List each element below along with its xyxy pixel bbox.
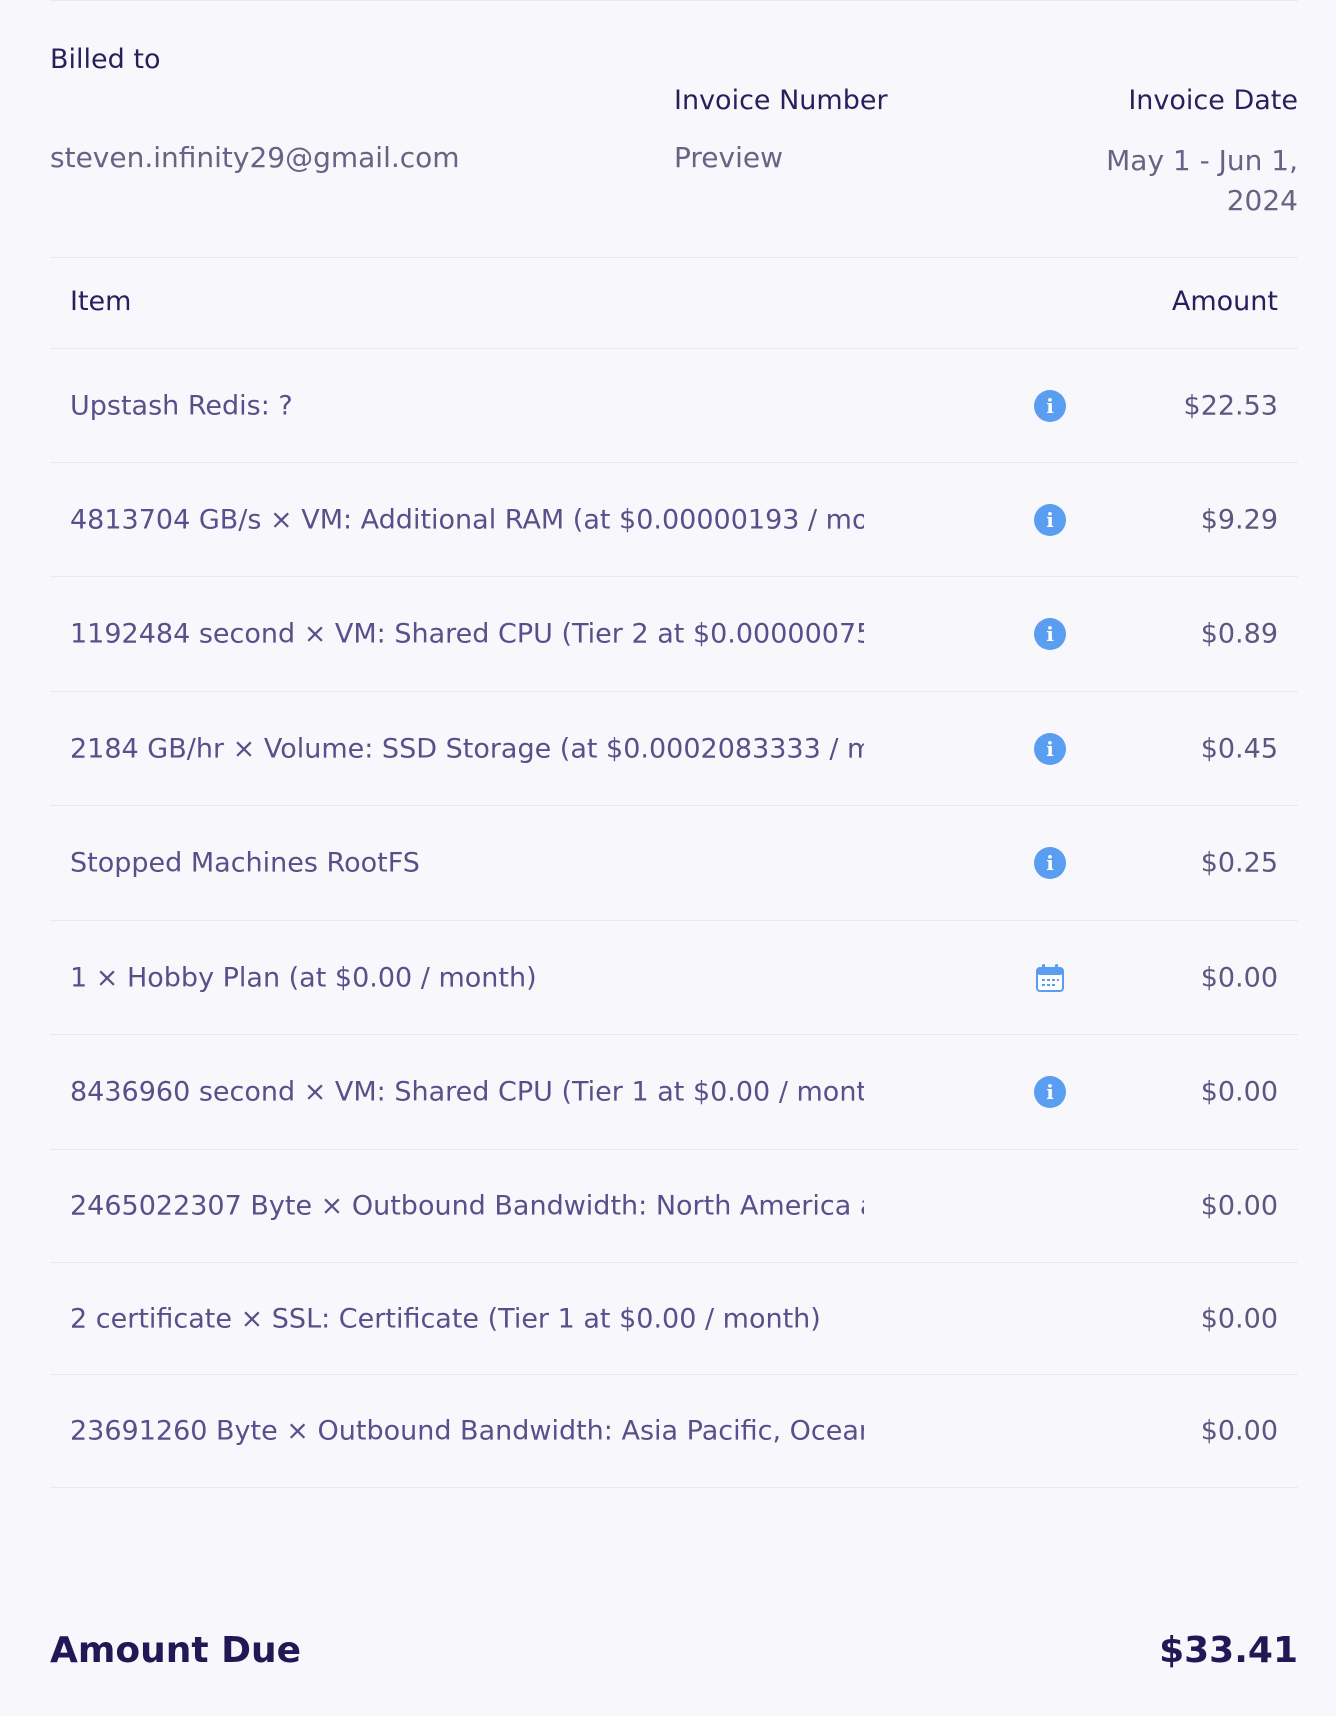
- info-icon[interactable]: i: [1034, 1076, 1066, 1108]
- calendar-icon[interactable]: [1034, 962, 1066, 994]
- billed-to-label: Billed to: [50, 44, 161, 75]
- invoice-number-value: Preview: [674, 141, 783, 174]
- item-amount: $0.00: [1200, 1076, 1278, 1108]
- column-header-item: Item: [70, 286, 132, 317]
- info-icon[interactable]: i: [1034, 389, 1066, 422]
- amount-due-label: Amount Due: [50, 1630, 302, 1671]
- table-body: Upstash Redis: ? i $22.53 4813704 GB/s × VM…: [50, 349, 1298, 1488]
- amount-due-value: $33.41: [1159, 1630, 1298, 1671]
- item-description: 2 certificate × SSL: Certificate (Tier 1…: [70, 1303, 821, 1334]
- line-items-table: Item Amount Upstash Redis: ? i $22.53 48137…: [50, 257, 1298, 1488]
- info-icon[interactable]: i: [1034, 618, 1066, 650]
- table-row: Upstash Redis: ? i $22.53: [50, 349, 1298, 463]
- billed-to-email: steven.infinity29@gmail.com: [50, 141, 460, 174]
- item-description: 23691260 Byte × Outbound Bandwidth: Asia…: [70, 1415, 864, 1447]
- table-row: 4813704 GB/s × VM: Additional RAM (at $0…: [50, 463, 1298, 577]
- column-header-amount: Amount: [1171, 286, 1278, 317]
- invoice: Billed to steven.infinity29@gmail.com In…: [50, 0, 1298, 1716]
- item-amount: $0.00: [1200, 1303, 1278, 1334]
- item-amount: $0.00: [1200, 962, 1278, 993]
- table-row: 2465022307 Byte × Outbound Bandwidth: No…: [50, 1150, 1298, 1263]
- item-amount: $0.25: [1200, 847, 1278, 879]
- item-amount: $22.53: [1183, 390, 1278, 421]
- item-description: 8436960 second × VM: Shared CPU (Tier 1 …: [70, 1076, 864, 1108]
- item-description: 4813704 GB/s × VM: Additional RAM (at $0…: [70, 504, 864, 535]
- table-row: 23691260 Byte × Outbound Bandwidth: Asia…: [50, 1375, 1298, 1488]
- item-description: Upstash Redis: ?: [70, 390, 293, 421]
- info-icon[interactable]: i: [1034, 503, 1066, 536]
- amount-due-row: Amount Due $33.41: [50, 1630, 1298, 1690]
- item-description: 1192484 second × VM: Shared CPU (Tier 2 …: [70, 618, 864, 650]
- item-description: 1 × Hobby Plan (at $0.00 / month): [70, 962, 537, 993]
- table-row: 1 × Hobby Plan (at $0.00 / month) $0.00: [50, 921, 1298, 1035]
- item-amount: $0.89: [1200, 618, 1278, 650]
- item-amount: $0.00: [1200, 1415, 1278, 1447]
- info-icon[interactable]: i: [1034, 732, 1066, 765]
- table-row: 1192484 second × VM: Shared CPU (Tier 2 …: [50, 577, 1298, 692]
- table-header: Item Amount: [50, 257, 1298, 349]
- item-amount: $9.29: [1200, 504, 1278, 535]
- invoice-date-value: May 1 - Jun 1, 2024: [1106, 144, 1298, 217]
- item-description: Stopped Machines RootFS: [70, 847, 420, 879]
- invoice-date-label: Invoice Date: [1128, 85, 1298, 116]
- table-row: 2 certificate × SSL: Certificate (Tier 1…: [50, 1263, 1298, 1375]
- table-row: 2184 GB/hr × Volume: SSD Storage (at $0.…: [50, 692, 1298, 806]
- item-amount: $0.45: [1200, 733, 1278, 764]
- table-row: 8436960 second × VM: Shared CPU (Tier 1 …: [50, 1035, 1298, 1150]
- top-divider: [50, 0, 1298, 1]
- table-row: Stopped Machines RootFS i $0.25: [50, 806, 1298, 921]
- invoice-number-label: Invoice Number: [674, 85, 888, 116]
- info-icon[interactable]: i: [1034, 847, 1066, 879]
- item-description: 2465022307 Byte × Outbound Bandwidth: No…: [70, 1190, 864, 1222]
- item-description: 2184 GB/hr × Volume: SSD Storage (at $0.…: [70, 733, 864, 764]
- item-amount: $0.00: [1200, 1190, 1278, 1222]
